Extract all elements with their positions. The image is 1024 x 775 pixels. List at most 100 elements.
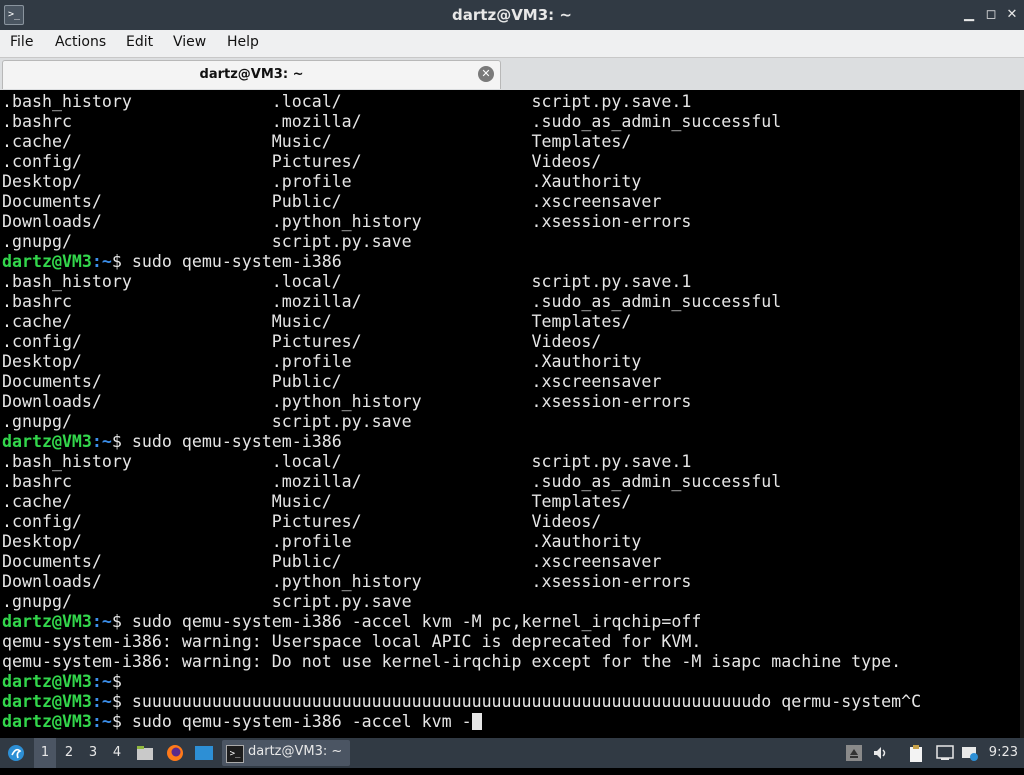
clipboard-icon[interactable]: [908, 745, 924, 762]
output-line: Downloads/ .python_history .xsession-err…: [2, 392, 921, 412]
output-text: .bash_history .local/ script.py.save.1: [2, 452, 692, 471]
prompt-path: ~: [101, 672, 112, 691]
terminal-icon: >_: [226, 745, 244, 763]
window-title: dartz@VM3: ~: [452, 6, 572, 24]
terminal-output[interactable]: .bash_history .local/ script.py.save.1 .b…: [0, 90, 1024, 738]
output-line: Downloads/ .python_history .xsession-err…: [2, 572, 921, 592]
output-line: .config/ Pictures/ Videos/: [2, 332, 921, 352]
output-line: Documents/ Public/ .xscreensaver: [2, 372, 921, 392]
output-text: Downloads/ .python_history .xsession-err…: [2, 212, 692, 231]
prompt-line: dartz@VM3:~$ sudo qemu-system-i386: [2, 252, 342, 271]
prompt-user: dartz@VM3: [2, 612, 92, 631]
output-line: .bash_history .local/ script.py.save.1: [2, 272, 921, 292]
eject-icon[interactable]: [846, 745, 862, 761]
output-text: .bash_history .local/ script.py.save.1: [2, 272, 692, 291]
output-text: Documents/ Public/ .xscreensaver: [2, 372, 662, 391]
output-text: .gnupg/ script.py.save: [2, 592, 412, 611]
prompt-line: dartz@VM3:~$ suuuuuuuuuuuuuuuuuuuuuuuuuu…: [2, 692, 922, 711]
menu-view[interactable]: View: [173, 34, 206, 50]
output-line: .config/ Pictures/ Videos/: [2, 512, 921, 532]
minimize-icon[interactable]: ▁: [960, 6, 978, 24]
output-text: .bashrc .mozilla/ .sudo_as_admin_success…: [2, 292, 782, 311]
output-text: Documents/ Public/ .xscreensaver: [2, 552, 662, 571]
text-cursor: [471, 713, 482, 730]
output-line: .bashrc .mozilla/ .sudo_as_admin_success…: [2, 292, 921, 312]
output-line: qemu-system-i386: warning: Userspace loc…: [2, 632, 921, 652]
terminal-scrollbar[interactable]: [1020, 90, 1024, 738]
output-text: .bashrc .mozilla/ .sudo_as_admin_success…: [2, 112, 782, 131]
output-line: .bash_history .local/ script.py.save.1: [2, 92, 921, 112]
prompt-line: dartz@VM3:~$ sudo qemu-system-i386: [2, 432, 342, 451]
output-line: Desktop/ .profile .Xauthority: [2, 172, 921, 192]
desktop-icon[interactable]: [192, 738, 216, 768]
tab-terminal[interactable]: dartz@VM3: ~ ✕: [2, 60, 501, 89]
output-text: qemu-system-i386: warning: Do not use ke…: [2, 652, 902, 671]
output-text: .cache/ Music/ Templates/: [2, 492, 632, 511]
command-text: sudo qemu-system-i386 -accel kvm -: [131, 712, 472, 731]
output-line: .gnupg/ script.py.save: [2, 232, 921, 252]
prompt-path: ~: [101, 712, 112, 731]
workspace-3[interactable]: 3: [82, 738, 104, 768]
file-manager-icon[interactable]: [134, 738, 156, 768]
prompt-path: ~: [101, 432, 112, 451]
workspace-1[interactable]: 1: [34, 738, 56, 768]
firefox-icon[interactable]: [164, 738, 186, 768]
tab-bar: dartz@VM3: ~ ✕: [0, 58, 1024, 90]
prompt-user: dartz@VM3: [2, 432, 92, 451]
prompt-user: dartz@VM3: [2, 692, 92, 711]
output-text: Downloads/ .python_history .xsession-err…: [2, 572, 692, 591]
output-line: .bashrc .mozilla/ .sudo_as_admin_success…: [2, 472, 921, 492]
output-line: .gnupg/ script.py.save: [2, 592, 921, 612]
menu-edit[interactable]: Edit: [126, 34, 153, 50]
prompt-user: dartz@VM3: [2, 672, 92, 691]
workspace-2[interactable]: 2: [58, 738, 80, 768]
output-line: qemu-system-i386: warning: Do not use ke…: [2, 652, 921, 672]
output-line: Desktop/ .profile .Xauthority: [2, 532, 921, 552]
command-text: sudo qemu-system-i386 -accel kvm -M pc,k…: [131, 612, 702, 631]
output-text: .config/ Pictures/ Videos/: [2, 332, 602, 351]
taskbar: 1 2 3 4 >_ dartz@VM3: ~ 9:23: [0, 738, 1024, 768]
menu-help[interactable]: Help: [227, 34, 259, 50]
tab-label: dartz@VM3: ~: [199, 67, 304, 82]
output-text: Documents/ Public/ .xscreensaver: [2, 192, 662, 211]
taskbar-task-terminal[interactable]: >_ dartz@VM3: ~: [222, 740, 350, 766]
prompt-line: dartz@VM3:~$: [2, 672, 132, 691]
workspace-4[interactable]: 4: [106, 738, 128, 768]
close-circle-icon[interactable]: ✕: [478, 66, 494, 82]
output-line: .cache/ Music/ Templates/: [2, 312, 921, 332]
prompt-line: dartz@VM3:~$ sudo qemu-system-i386 -acce…: [2, 612, 702, 631]
output-line: .bashrc .mozilla/ .sudo_as_admin_success…: [2, 112, 921, 132]
output-text: .config/ Pictures/ Videos/: [2, 512, 602, 531]
command-text: sudo qemu-system-i386: [131, 252, 342, 271]
terminal-text: .bash_history .local/ script.py.save.1 .b…: [2, 92, 921, 732]
output-line: Downloads/ .python_history .xsession-err…: [2, 212, 921, 232]
network-icon[interactable]: [936, 745, 954, 761]
output-text: .cache/ Music/ Templates/: [2, 312, 632, 331]
menu-file[interactable]: File: [10, 34, 33, 50]
output-text: .bash_history .local/ script.py.save.1: [2, 92, 692, 111]
output-line: .cache/ Music/ Templates/: [2, 492, 921, 512]
output-line: .cache/ Music/ Templates/: [2, 132, 921, 152]
lxqt-start-icon[interactable]: [4, 738, 28, 768]
prompt-path: ~: [101, 692, 112, 711]
output-text: Desktop/ .profile .Xauthority: [2, 532, 642, 551]
maximize-icon[interactable]: ◻: [982, 6, 1000, 24]
volume-icon[interactable]: [872, 745, 888, 761]
clock[interactable]: 9:23: [989, 745, 1018, 760]
prompt-path: ~: [101, 252, 112, 271]
menu-actions[interactable]: Actions: [55, 34, 106, 50]
prompt-line: dartz@VM3:~$ sudo qemu-system-i386 -acce…: [2, 712, 921, 732]
menu-bar: File Actions Edit View Help: [0, 30, 1024, 58]
prompt-user: dartz@VM3: [2, 712, 92, 731]
update-notifier-icon[interactable]: [962, 745, 978, 761]
prompt-path: ~: [101, 612, 112, 631]
output-text: .bashrc .mozilla/ .sudo_as_admin_success…: [2, 472, 782, 491]
output-text: .config/ Pictures/ Videos/: [2, 152, 602, 171]
output-text: Desktop/ .profile .Xauthority: [2, 172, 642, 191]
output-line: .config/ Pictures/ Videos/: [2, 152, 921, 172]
close-icon[interactable]: ✕: [1003, 6, 1021, 24]
output-line: Documents/ Public/ .xscreensaver: [2, 552, 921, 572]
window-titlebar[interactable]: >_ dartz@VM3: ~ ▁ ◻ ✕: [0, 0, 1024, 30]
output-text: Desktop/ .profile .Xauthority: [2, 352, 642, 371]
output-line: .gnupg/ script.py.save: [2, 412, 921, 432]
